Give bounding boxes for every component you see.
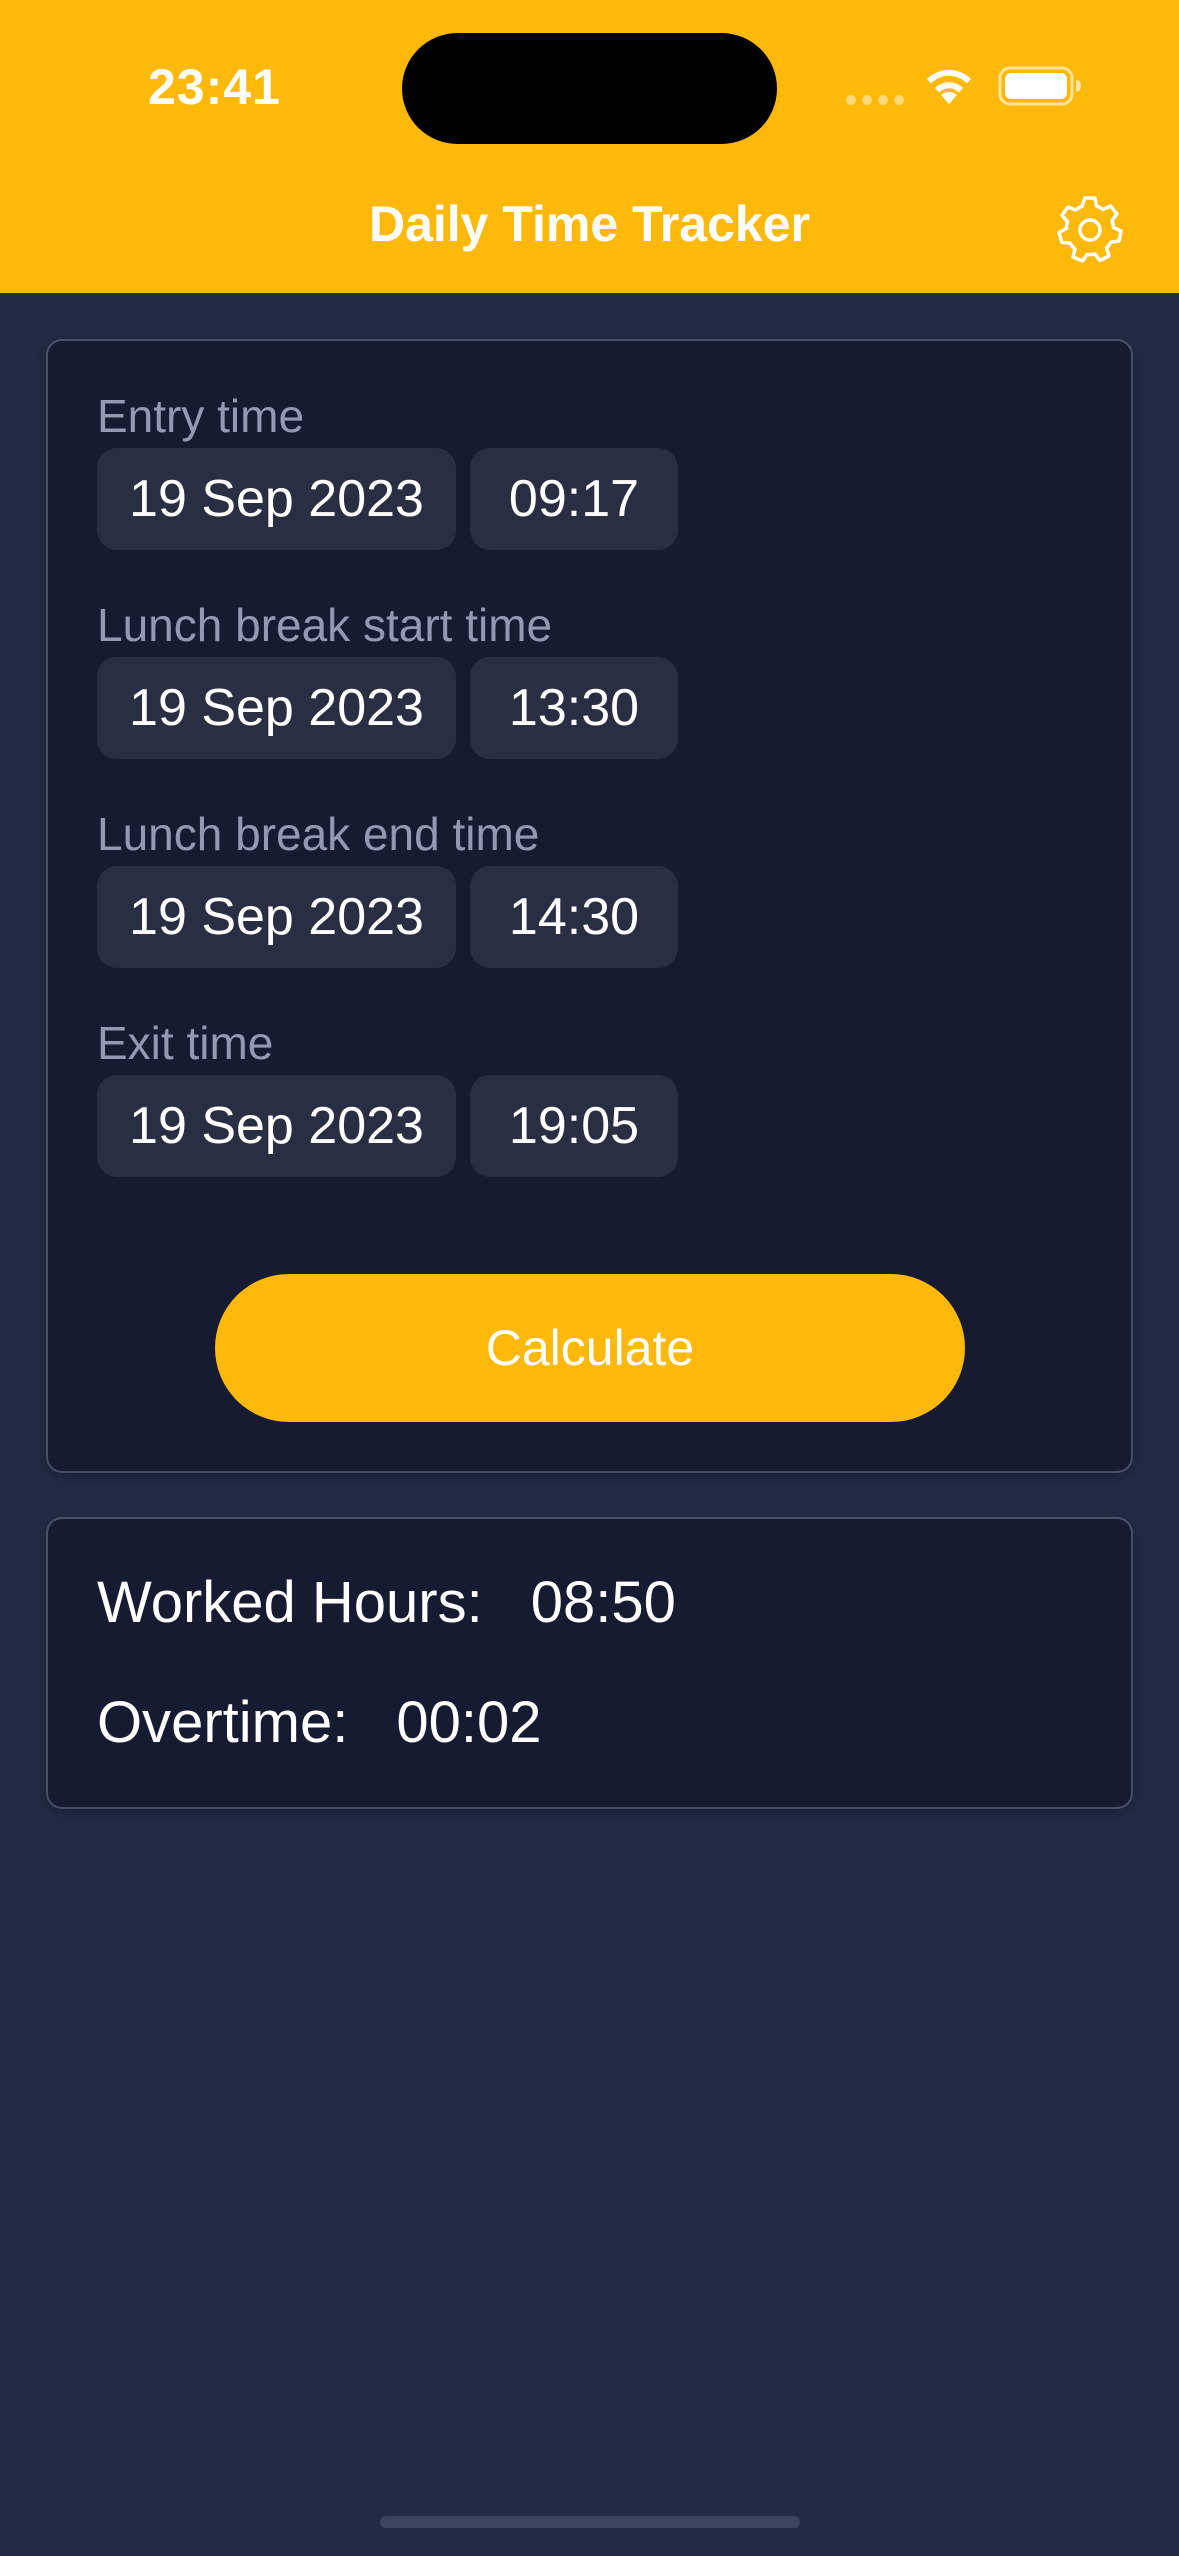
wifi-icon <box>927 69 971 104</box>
gear-icon[interactable] <box>1054 193 1126 265</box>
exit-time-label: Exit time <box>97 1017 274 1069</box>
lunch-start-label: Lunch break start time <box>97 599 553 651</box>
overtime-row: Overtime: 00:02 <box>97 1689 542 1756</box>
entry-time-label: Entry time <box>97 390 305 442</box>
results-card: Worked Hours: 08:50 Overtime: 00:02 <box>48 1519 1131 1807</box>
exit-date-picker[interactable]: 19 Sep 2023 <box>97 1075 456 1177</box>
page-title: Daily Time Tracker <box>368 196 810 252</box>
worked-hours-row: Worked Hours: 08:50 <box>97 1569 676 1636</box>
lunch-end-date-picker[interactable]: 19 Sep 2023 <box>97 866 456 968</box>
worked-hours-label: Worked Hours: <box>97 1570 483 1635</box>
home-indicator[interactable] <box>380 2516 800 2528</box>
overtime-label: Overtime: <box>97 1690 349 1755</box>
lunch-start-time-picker[interactable]: 13:30 <box>470 657 678 759</box>
dynamic-island <box>402 33 777 144</box>
entry-date-picker[interactable]: 19 Sep 2023 <box>97 448 456 550</box>
lunch-end-label: Lunch break end time <box>97 808 540 860</box>
entry-time-picker[interactable]: 09:17 <box>470 448 678 550</box>
battery-icon <box>998 66 1081 106</box>
time-entry-card: Entry time 19 Sep 2023 09:17 Lunch break… <box>48 341 1131 1471</box>
app-header: 23:41 Daily Time Tracker <box>0 0 1179 293</box>
lunch-start-date-picker[interactable]: 19 Sep 2023 <box>97 657 456 759</box>
worked-hours-value: 08:50 <box>530 1570 676 1635</box>
status-bar-time: 23:41 <box>148 59 281 115</box>
cellular-signal-icon <box>846 95 906 105</box>
exit-time-picker[interactable]: 19:05 <box>470 1075 678 1177</box>
lunch-end-time-picker[interactable]: 14:30 <box>470 866 678 968</box>
calculate-button[interactable]: Calculate <box>215 1274 965 1422</box>
overtime-value: 00:02 <box>396 1690 542 1755</box>
